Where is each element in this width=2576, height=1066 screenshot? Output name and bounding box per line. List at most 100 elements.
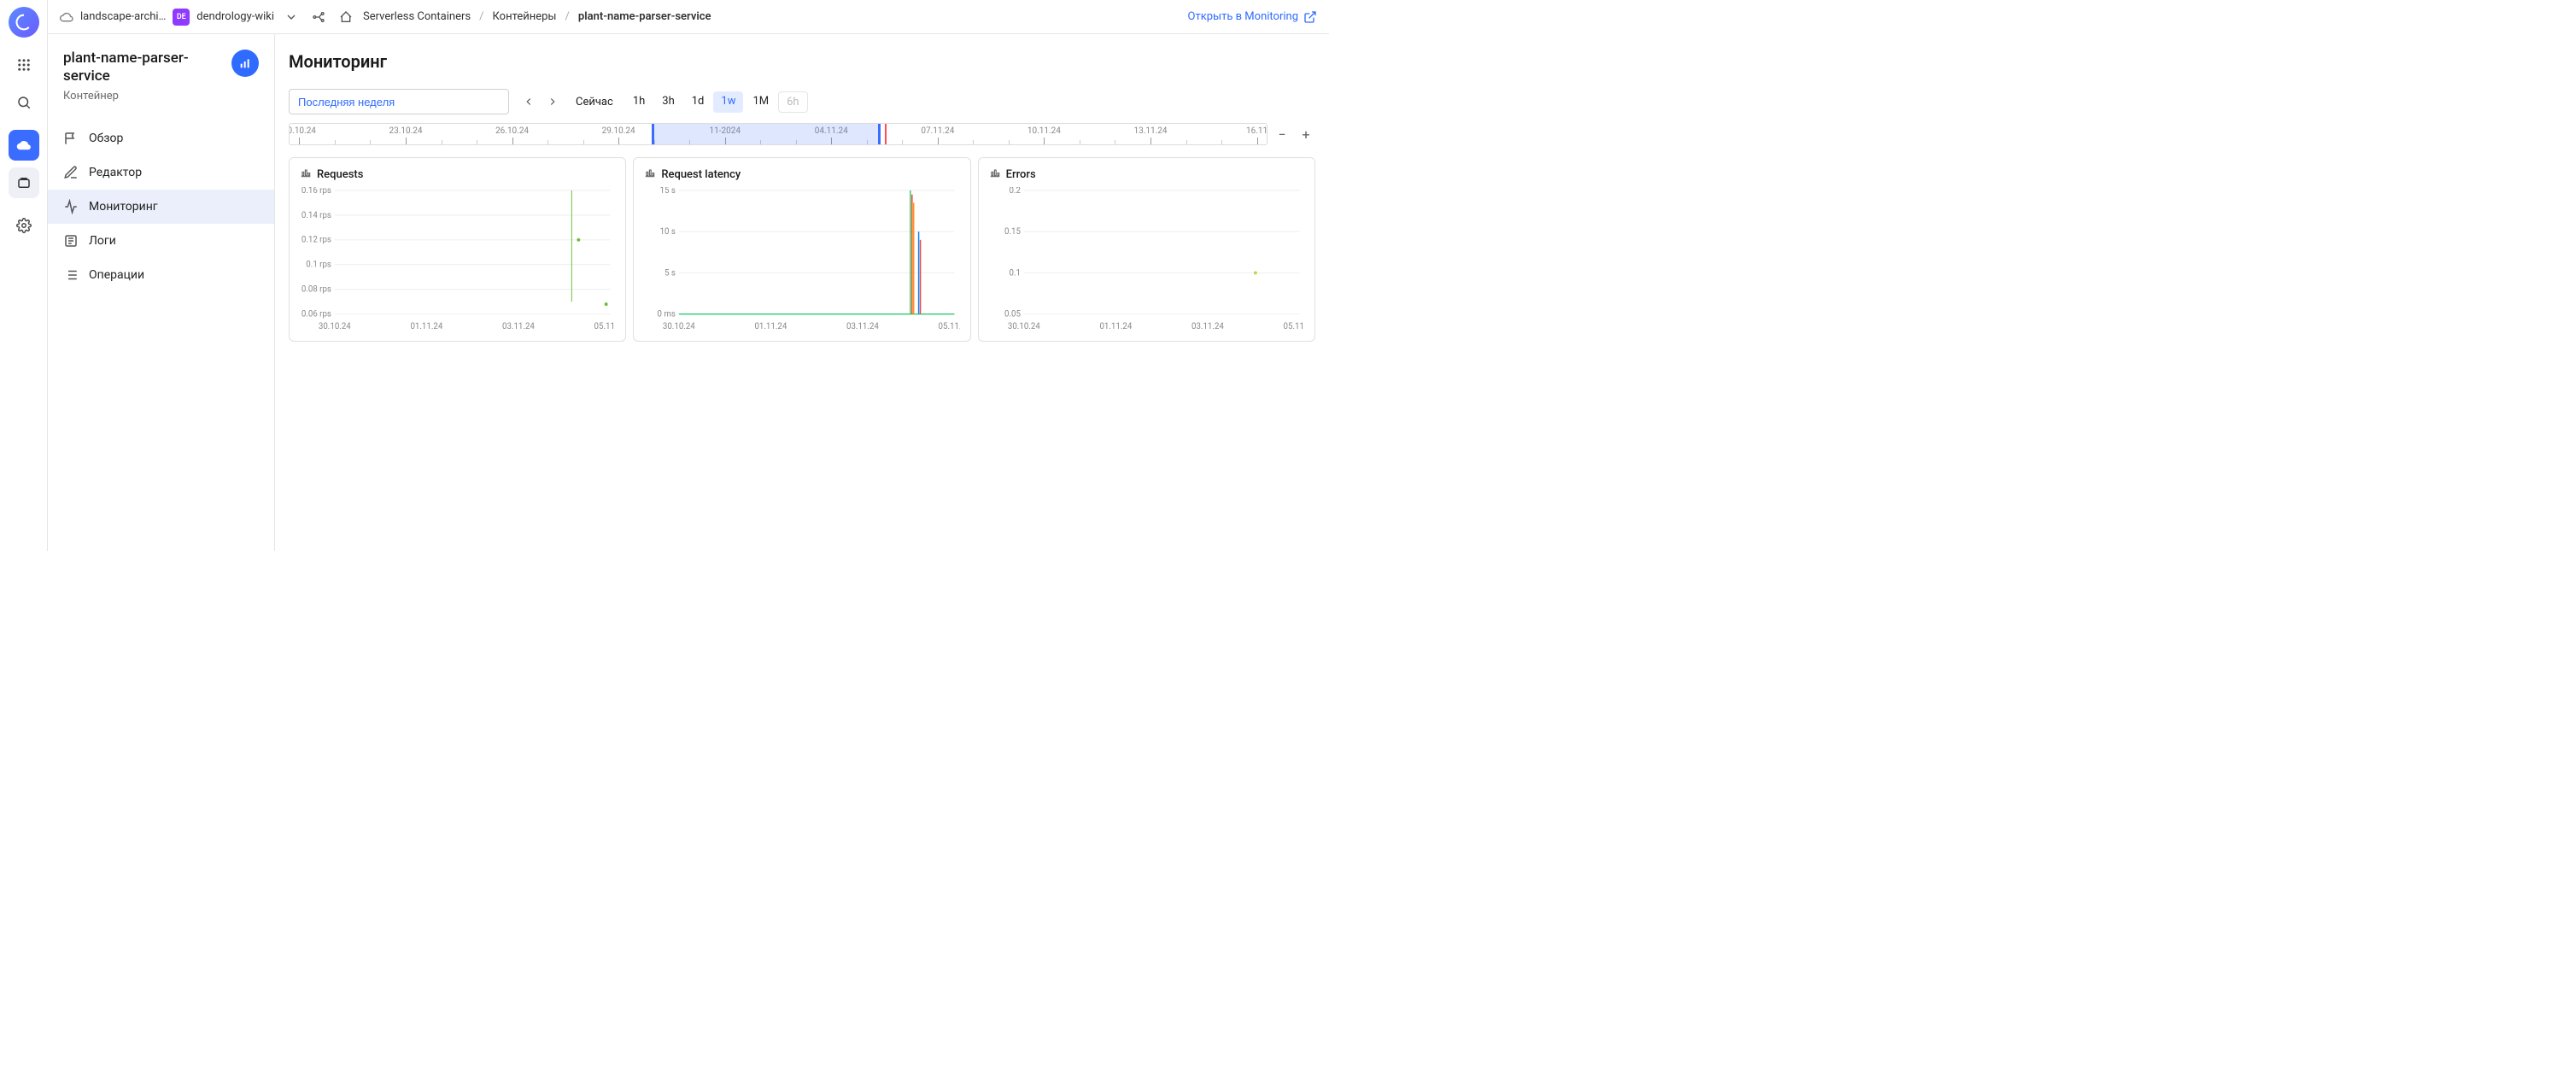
open-in-monitoring-label: Открыть в Monitoring [1188, 10, 1299, 23]
settings-gear-icon[interactable] [9, 210, 39, 241]
svg-text:05.11.24: 05.11.24 [939, 322, 960, 331]
sidebar-item-мониторинг[interactable]: Мониторинг [48, 190, 274, 224]
svg-text:0.14 rps: 0.14 rps [302, 211, 331, 220]
svg-text:0.1 rps: 0.1 rps [306, 261, 331, 270]
period-prev-button[interactable] [518, 91, 540, 113]
sidebar-item-label: Мониторинг [89, 200, 158, 214]
timeline-scrubber[interactable]: 20.10.2423.10.2426.10.2429.10.2411-20240… [289, 123, 1268, 145]
svg-text:05.11.24: 05.11.24 [1283, 322, 1304, 331]
period-next-button[interactable] [542, 91, 564, 113]
svg-text:05.11.24: 05.11.24 [594, 322, 616, 331]
chart-0: 0.06 rps 0.08 rps 0.1 rps 0.12 rps 0.14 rps 0… [300, 187, 615, 332]
timeline-tick-label: 20.10.24 [289, 126, 316, 136]
svg-text:0.05: 0.05 [1004, 310, 1021, 319]
svg-text:0.1: 0.1 [1009, 268, 1020, 278]
bar-chart-icon [644, 167, 656, 182]
sidebar-item-логи[interactable]: Логи [48, 224, 274, 258]
svg-text:30.10.24: 30.10.24 [319, 322, 351, 331]
timeline-tick-label: 10.11.24 [1027, 126, 1061, 136]
svg-text:0.12 rps: 0.12 rps [302, 236, 331, 245]
sidebar-resource-type: Контейнер [63, 90, 223, 102]
chart-title: Requests [317, 168, 363, 181]
breadcrumb-folder[interactable]: dendrology-wiki [196, 10, 274, 23]
breadcrumb-sep: / [564, 10, 571, 23]
folder-badge: DE [173, 9, 190, 26]
range-button-1M[interactable]: 1M [745, 91, 776, 113]
svg-text:15 s: 15 s [660, 187, 676, 196]
content-area: Мониторинг Сейчас 1h3h1d1w1M6h 20.10.24 2… [275, 34, 1329, 551]
svg-text:30.10.24: 30.10.24 [663, 322, 695, 331]
breadcrumb-service[interactable]: Serverless Containers [363, 10, 471, 23]
sidebar-item-операции[interactable]: Операции [48, 258, 274, 292]
chart-card-1: Request latency 0 ms 5 s 10 s 15 s 30.10.24 01… [633, 157, 970, 342]
sidebar: plant-name-parser-service Контейнер Обзо… [48, 34, 275, 551]
page-title: Мониторинг [289, 51, 1315, 72]
open-in-monitoring-link[interactable]: Открыть в Monitoring [1188, 10, 1318, 24]
sidebar-item-label: Операции [89, 268, 144, 282]
now-label[interactable]: Сейчас [572, 96, 617, 108]
chart-1: 0 ms 5 s 10 s 15 s 30.10.24 01.11.24 03.11.24 0… [644, 187, 959, 332]
svg-text:5 s: 5 s [664, 268, 676, 278]
chart-card-2: Errors 0.05 0.1 0.15 0.2 30.10.24 01.11.24 03.1… [978, 157, 1315, 342]
timeline-tick-label: 29.10.24 [602, 126, 635, 136]
graph-topology-icon[interactable] [308, 7, 329, 27]
range-button-1d[interactable]: 1d [684, 91, 712, 113]
containers-icon[interactable] [9, 167, 39, 198]
time-controls: Сейчас 1h3h1d1w1M6h [289, 89, 1315, 114]
timeline-current-marker [885, 124, 887, 144]
product-logo[interactable] [9, 7, 39, 38]
breadcrumb-cloud-project[interactable]: landscape-archi… [80, 10, 166, 23]
timeline-tick-label: 16.11 [1246, 126, 1268, 136]
timeline-tick-label: 26.10.24 [495, 126, 529, 136]
svg-text:0.2: 0.2 [1009, 187, 1021, 196]
breadcrumb-current: plant-name-parser-service [578, 10, 711, 23]
range-button-1h[interactable]: 1h [625, 91, 653, 113]
breadcrumb-bar: landscape-archi… DE dendrology-wiki Serv… [48, 0, 1329, 34]
range-button-6h: 6h [778, 91, 807, 113]
svg-text:10 s: 10 s [660, 227, 676, 237]
sidebar-item-label: Обзор [89, 132, 123, 145]
sidebar-item-label: Логи [89, 234, 116, 248]
timeline-zoom-out[interactable]: − [1273, 125, 1291, 144]
home-icon[interactable] [336, 7, 356, 27]
svg-text:03.11.24: 03.11.24 [846, 322, 879, 331]
svg-text:0 ms: 0 ms [658, 310, 676, 319]
bar-chart-icon [989, 167, 1001, 182]
svg-text:0.15: 0.15 [1004, 227, 1021, 237]
sidebar-item-label: Редактор [89, 166, 142, 179]
timeline-tick-label: 13.11.24 [1133, 126, 1167, 136]
svg-text:01.11.24: 01.11.24 [755, 322, 787, 331]
range-button-1w[interactable]: 1w [713, 91, 743, 113]
svg-text:30.10.24: 30.10.24 [1008, 322, 1040, 331]
svg-text:01.11.24: 01.11.24 [1099, 322, 1132, 331]
left-rail [0, 0, 48, 551]
svg-text:01.11.24: 01.11.24 [410, 322, 442, 331]
svg-text:0.08 rps: 0.08 rps [302, 285, 331, 295]
svg-text:0.16 rps: 0.16 rps [302, 187, 331, 196]
sidebar-item-редактор[interactable]: Редактор [48, 155, 274, 190]
folder-dropdown-icon[interactable] [281, 7, 302, 27]
search-icon[interactable] [9, 87, 39, 118]
sidebar-action-button[interactable] [231, 50, 259, 77]
external-link-icon [1303, 10, 1317, 24]
chart-title: Errors [1006, 168, 1036, 181]
svg-text:0.06 rps: 0.06 rps [302, 310, 331, 319]
chart-2: 0.05 0.1 0.15 0.2 30.10.24 01.11.24 03.11.24 05… [989, 187, 1304, 332]
timeline-tick-label: 07.11.24 [921, 126, 954, 136]
svg-text:03.11.24: 03.11.24 [502, 322, 535, 331]
cloud-service-icon[interactable] [9, 130, 39, 161]
chart-card-0: Requests0.06 rps0.08 rps0.1 rps0.12 rps0… [289, 157, 626, 342]
period-input[interactable] [289, 89, 509, 114]
timeline-selection[interactable] [652, 124, 881, 144]
sidebar-resource-title: plant-name-parser-service [63, 50, 223, 86]
range-button-3h[interactable]: 3h [654, 91, 682, 113]
svg-text:03.11.24: 03.11.24 [1191, 322, 1224, 331]
breadcrumb-sep: / [477, 10, 485, 23]
timeline-tick-label: 23.10.24 [389, 126, 423, 136]
sidebar-item-обзор[interactable]: Обзор [48, 121, 274, 155]
chart-title: Request latency [661, 168, 741, 181]
breadcrumb-section[interactable]: Контейнеры [492, 10, 556, 23]
timeline-zoom-in[interactable]: + [1297, 125, 1315, 144]
apps-grid-icon[interactable] [9, 50, 39, 80]
bar-chart-icon [300, 167, 312, 182]
